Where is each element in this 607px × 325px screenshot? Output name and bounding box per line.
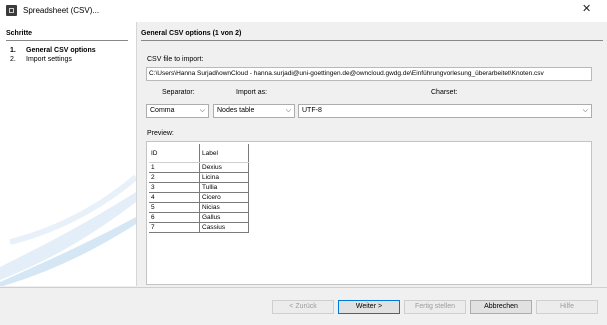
charset-value: UTF-8 <box>302 107 322 114</box>
import-as-value: Nodes table <box>217 107 255 114</box>
preview-label: Preview: <box>147 130 174 137</box>
footer-divider <box>0 287 607 288</box>
table-row: 2 Licina <box>149 172 249 183</box>
step-item-general-csv-options: 1. General CSV options <box>10 47 96 54</box>
steps-divider <box>6 40 128 41</box>
header-divider <box>141 40 603 41</box>
step-item-import-settings: 2. Import settings <box>10 56 72 63</box>
column-header-id: ID <box>149 144 200 163</box>
file-label: CSV file to import: <box>147 56 204 63</box>
file-path-field[interactable]: C:\Users\Hanna Surjadi\ownCloud - hanna.… <box>146 67 592 81</box>
cell-label: Tullia <box>199 182 249 193</box>
cell-id: 1 <box>149 162 200 173</box>
page-title: General CSV options (1 von 2) <box>141 30 242 37</box>
table-row: 4 Cicero <box>149 192 249 203</box>
wizard-watermark <box>0 174 136 286</box>
steps-panel: Schritte 1. General CSV options 2. Import … <box>0 22 137 286</box>
import-as-select[interactable]: Nodes table ⌵ <box>213 104 295 118</box>
step-number: 2. <box>10 56 16 63</box>
table-row: 1 Dexius <box>149 162 249 173</box>
cell-id: 5 <box>149 202 200 213</box>
cell-label: Cicero <box>199 192 249 203</box>
import-as-label: Import as: <box>236 89 268 96</box>
charset-select[interactable]: UTF-8 ⌵ <box>298 104 592 118</box>
cell-id: 3 <box>149 182 200 193</box>
cell-id: 2 <box>149 172 200 183</box>
help-button[interactable]: Hilfe <box>536 300 598 314</box>
cell-id: 7 <box>149 222 200 233</box>
separator-value: Comma <box>150 107 175 114</box>
cell-label: Dexius <box>199 162 249 173</box>
table-header-row: ID Label <box>149 144 249 163</box>
window-title: Spreadsheet (CSV)... <box>23 6 100 15</box>
table-row: 3 Tullia <box>149 182 249 193</box>
spreadsheet-app-icon <box>6 5 17 16</box>
separator-select[interactable]: Comma ⌵ <box>146 104 209 118</box>
step-label: General CSV options <box>26 47 96 54</box>
chevron-down-icon: ⌵ <box>199 107 205 114</box>
finish-button[interactable]: Fertig stellen <box>404 300 466 314</box>
chevron-down-icon: ⌵ <box>582 107 588 114</box>
cell-id: 6 <box>149 212 200 223</box>
table-row: 6 Gallus <box>149 212 249 223</box>
title-bar: Spreadsheet (CSV)... ✕ <box>0 0 607 22</box>
step-number: 1. <box>10 47 16 54</box>
cell-id: 4 <box>149 192 200 203</box>
cell-label: Nicias <box>199 202 249 213</box>
table-row: 7 Cassius <box>149 222 249 233</box>
column-header-label: Label <box>199 144 249 163</box>
preview-pane[interactable]: ID Label 1 Dexius 2 Licina 3 Tullia 4 Ci… <box>146 141 592 285</box>
table-row: 5 Nicias <box>149 202 249 213</box>
steps-header: Schritte <box>6 30 33 37</box>
separator-label: Separator: <box>162 89 195 96</box>
cancel-button[interactable]: Abbrechen <box>470 300 532 314</box>
back-button[interactable]: < Zurück <box>272 300 334 314</box>
cell-label: Cassius <box>199 222 249 233</box>
close-icon[interactable]: ✕ <box>582 4 591 15</box>
chevron-down-icon: ⌵ <box>285 107 291 114</box>
cell-label: Licina <box>199 172 249 183</box>
next-button[interactable]: Weiter > <box>338 300 400 314</box>
charset-label: Charset: <box>431 89 458 96</box>
preview-table: ID Label 1 Dexius 2 Licina 3 Tullia 4 Ci… <box>149 144 249 233</box>
step-label: Import settings <box>26 56 72 63</box>
cell-label: Gallus <box>199 212 249 223</box>
